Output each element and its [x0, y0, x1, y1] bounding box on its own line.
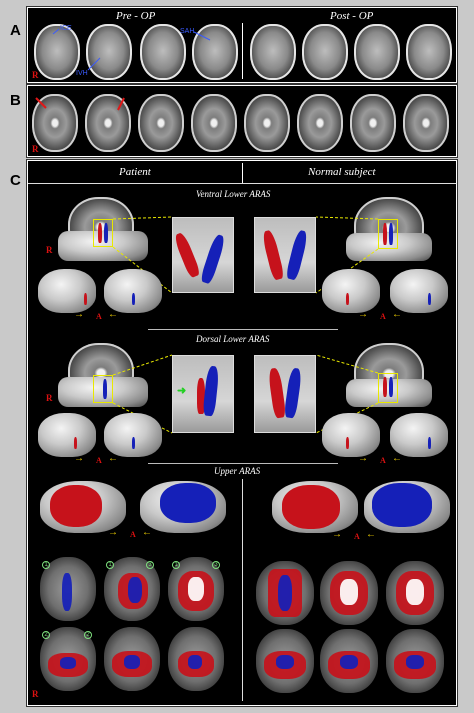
upper-patient-axial-6-blue: [188, 655, 202, 669]
marker-2-a: 2: [42, 631, 50, 639]
dorsal-upper-rule: [148, 463, 338, 464]
upper-normal-axial-6-blue: [406, 655, 424, 669]
figure: A Pre - OP Post - OP ICE IVH SAH R B R C…: [0, 0, 474, 713]
upper-patient-axial-3-ventricle: [188, 577, 204, 601]
upper-normal-axial-4-blue: [276, 655, 294, 669]
upper-patient-axial-1-overlay: [62, 573, 72, 611]
dorsal-patient-3d-red: [74, 437, 77, 449]
dorsal-patient-anterior: A: [96, 456, 102, 465]
panel-b-letter: B: [10, 92, 21, 109]
dorsal-normal-3d-blue: [428, 437, 431, 449]
panel-c: Patient Normal subject Ventral Lower ARA…: [26, 159, 458, 707]
upper-normal-anterior: A: [354, 532, 360, 541]
upper-patient-red-tract: [50, 485, 102, 527]
upper-divider: [242, 479, 243, 701]
dorsal-patient-arrow-left: →: [74, 453, 84, 464]
marker-1-b: 1: [106, 561, 114, 569]
marker-1-c: 1: [172, 561, 180, 569]
dorsal-patient-3d-blue: [132, 437, 135, 449]
orientation-c-upper: R: [32, 689, 39, 699]
dorsal-patient-3d-right: [104, 413, 162, 457]
upper-normal-arrow-left: →: [332, 529, 342, 540]
dorsal-normal-arrow-right: ←: [392, 453, 402, 464]
panel-a: Pre - OP Post - OP ICE IVH SAH R: [26, 6, 458, 84]
marker-3-a: 3: [146, 561, 154, 569]
panel-a-letter: A: [10, 22, 21, 39]
dorsal-normal-3d-red: [346, 437, 349, 449]
annotation-arrows-b: [35, 97, 125, 111]
upper-patient-arrow-right: ←: [142, 527, 152, 538]
panel-c-letter: C: [10, 172, 21, 189]
dorsal-patient-3d-left: [38, 413, 96, 457]
dorsal-patient-arrow-right: ←: [108, 453, 118, 464]
panel-b: R: [26, 84, 458, 158]
orientation-b: R: [32, 144, 39, 154]
upper-normal-axial-5-blue: [340, 655, 358, 669]
dorsal-normal-3d-right: [390, 413, 448, 457]
dorsal-normal-anterior: A: [380, 456, 386, 465]
upper-patient-axial-5-blue: [124, 655, 140, 669]
orientation-a: R: [32, 70, 39, 80]
upper-title: Upper ARAS: [214, 466, 261, 476]
marker-1-a: 1: [42, 561, 50, 569]
dorsal-normal-3d-left: [322, 413, 380, 457]
marker-3-b: 3: [212, 561, 220, 569]
upper-normal-axial-2-ventricle: [340, 579, 358, 605]
upper-patient-axial-2-blue: [128, 577, 142, 603]
upper-normal-red-tract: [282, 485, 340, 529]
upper-normal-arrow-right: ←: [366, 529, 376, 540]
upper-normal-blue-tract: [372, 483, 432, 527]
upper-patient-anterior: A: [130, 530, 136, 539]
upper-patient-axial-4-blue: [60, 657, 76, 669]
upper-normal-axial-1-blue: [278, 575, 292, 611]
upper-patient-arrow-left: →: [108, 527, 118, 538]
marker-2-b: 2: [84, 631, 92, 639]
dorsal-normal-arrow-left: →: [358, 453, 368, 464]
upper-patient-blue-tract: [160, 483, 216, 523]
annotation-arrows-a: [52, 28, 211, 71]
upper-normal-axial-3-ventricle: [406, 579, 424, 605]
